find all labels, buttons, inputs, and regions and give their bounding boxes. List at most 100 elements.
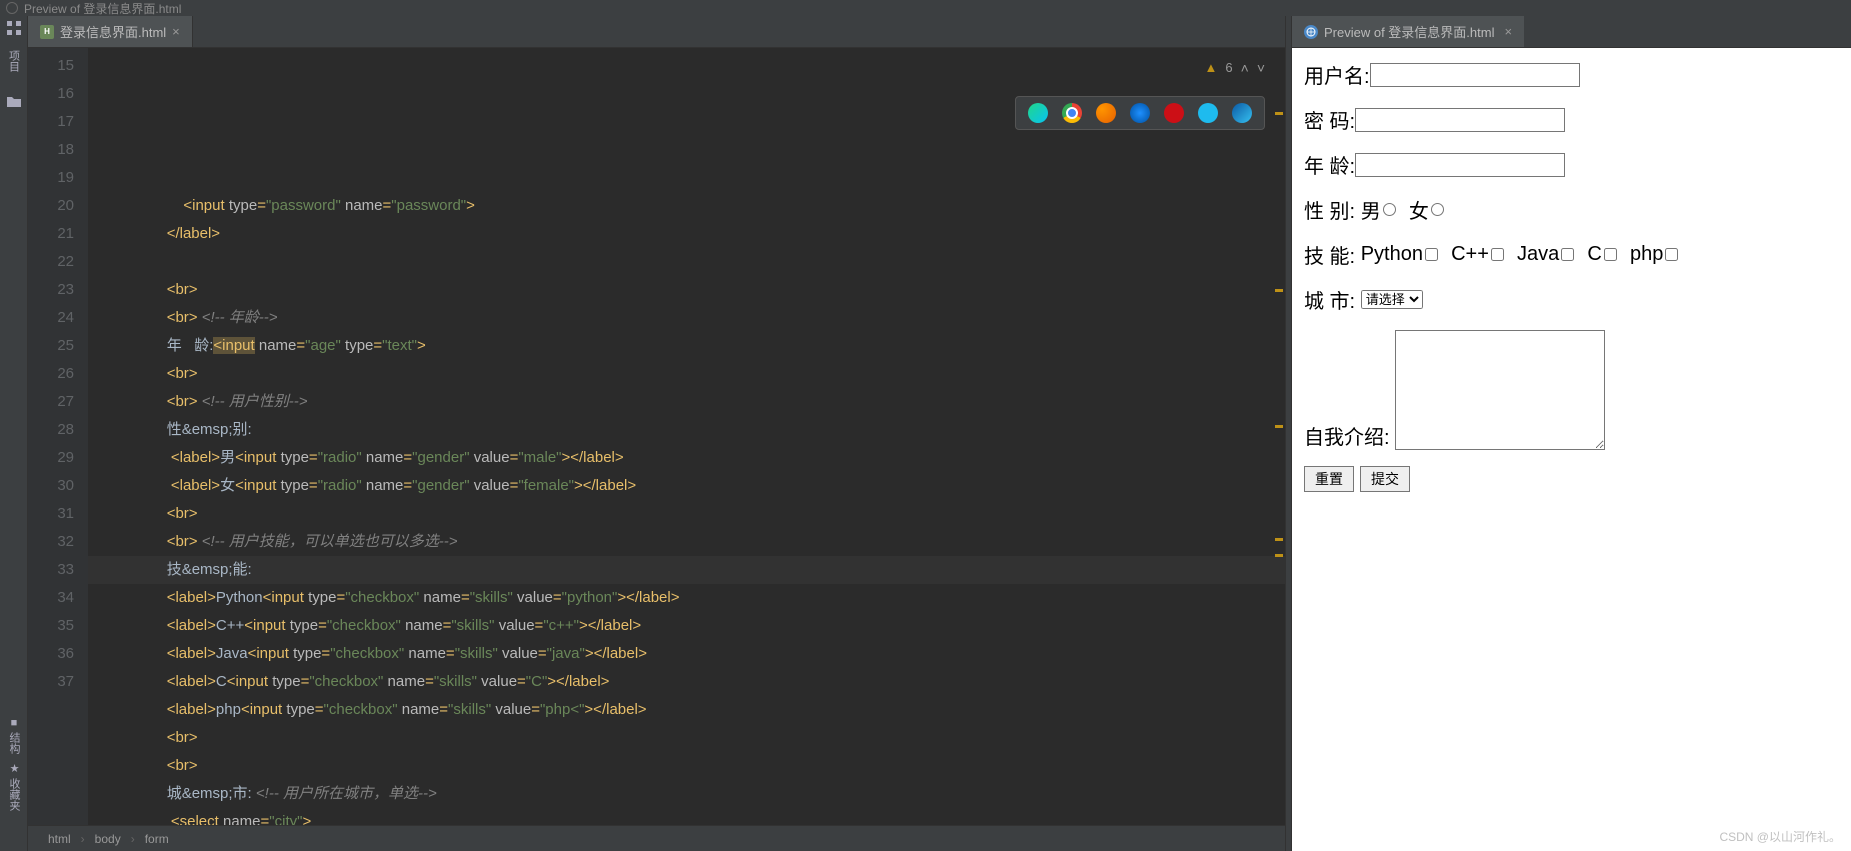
line-number: 16 <box>32 80 74 108</box>
intro-textarea[interactable] <box>1395 330 1605 450</box>
line-number: 31 <box>32 500 74 528</box>
ie-icon[interactable] <box>1198 103 1218 123</box>
code-line[interactable]: <input type="password" name="password"> <box>88 192 1285 220</box>
error-stripe[interactable] <box>1273 48 1285 851</box>
skill-checkbox[interactable] <box>1491 248 1504 261</box>
code-line[interactable]: <br> <box>88 752 1285 780</box>
inspection-widget: ▲ 6 ˄ ˅ <box>1205 54 1265 82</box>
watermark: CSDN @以山河作礼。 <box>1719 828 1841 845</box>
code-line[interactable]: <br> <!-- 用户技能，可以单选也可以多选--> <box>88 528 1285 556</box>
chevron-up-icon[interactable]: ˄ <box>1241 54 1249 82</box>
code-line[interactable]: <label>男<input type="radio" name="gender… <box>88 444 1285 472</box>
label-skills: 技 能: <box>1304 240 1355 269</box>
preview-content[interactable]: 用户名: 密 码: 年 龄: 性 别: 男 女 技 能: Python C++ … <box>1292 48 1851 851</box>
line-number: 17 <box>32 108 74 136</box>
code-line[interactable]: </label> <box>88 220 1285 248</box>
crumb-html[interactable]: html <box>48 832 71 846</box>
gender-male-label: 男 <box>1361 195 1381 224</box>
tool-favorites[interactable]: ★ 收藏夹 <box>6 762 22 811</box>
globe-icon <box>1304 25 1318 39</box>
code-line[interactable]: 性&emsp;别: <box>88 416 1285 444</box>
line-number: 35 <box>32 612 74 640</box>
crumb-body[interactable]: body <box>95 832 121 846</box>
code-line[interactable]: <label>女<input type="radio" name="gender… <box>88 472 1285 500</box>
window-title: Preview of 登录信息界面.html <box>24 0 181 17</box>
code-line[interactable]: <br> <box>88 500 1285 528</box>
project-grid-icon[interactable] <box>6 20 22 36</box>
folder-icon[interactable] <box>6 94 22 110</box>
code-line[interactable]: <br> <!-- 用户性别--> <box>88 388 1285 416</box>
tool-project[interactable]: 项目 <box>6 46 22 76</box>
code-content[interactable]: ▲ 6 ˄ ˅ < <box>88 48 1285 851</box>
code-editor[interactable]: 1516171819202122232425262728293031323334… <box>28 48 1285 851</box>
safari-icon[interactable] <box>1130 103 1150 123</box>
line-number: 15 <box>32 52 74 80</box>
code-line[interactable]: <br> <box>88 360 1285 388</box>
city-select[interactable]: 请选择 <box>1361 290 1423 309</box>
label-age: 年 龄: <box>1304 150 1355 179</box>
chrome-icon[interactable] <box>1062 103 1082 123</box>
skill-label: php <box>1630 243 1663 266</box>
code-line[interactable]: <br> <box>88 724 1285 752</box>
code-line[interactable]: <br> <box>88 276 1285 304</box>
reset-button[interactable]: 重置 <box>1304 466 1354 492</box>
line-number: 25 <box>32 332 74 360</box>
line-number: 27 <box>32 388 74 416</box>
submit-button[interactable]: 提交 <box>1360 466 1410 492</box>
line-number: 36 <box>32 640 74 668</box>
breadcrumb: html › body › form <box>28 825 1285 851</box>
edge-icon[interactable] <box>1232 103 1252 123</box>
close-icon[interactable]: × <box>1504 24 1512 39</box>
tab-filename: 登录信息界面.html <box>60 22 166 41</box>
chevron-down-icon[interactable]: ˅ <box>1257 54 1265 82</box>
line-number: 21 <box>32 220 74 248</box>
line-number: 30 <box>32 472 74 500</box>
line-number: 33 <box>32 556 74 584</box>
age-field[interactable] <box>1355 153 1565 177</box>
firefox-icon[interactable] <box>1096 103 1116 123</box>
code-line[interactable]: <label>C<input type="checkbox" name="ski… <box>88 668 1285 696</box>
username-field[interactable] <box>1370 63 1580 87</box>
code-line[interactable]: <label>php<input type="checkbox" name="s… <box>88 696 1285 724</box>
skill-checkbox[interactable] <box>1665 248 1678 261</box>
pycharm-icon[interactable] <box>1028 103 1048 123</box>
editor-tab-active[interactable]: H 登录信息界面.html × <box>28 16 193 47</box>
gender-female-radio[interactable] <box>1431 203 1444 216</box>
skill-label: C <box>1587 243 1601 266</box>
line-number: 19 <box>32 164 74 192</box>
skill-checkbox[interactable] <box>1425 248 1438 261</box>
window-titlebar: Preview of 登录信息界面.html <box>0 0 1851 16</box>
skill-checkbox[interactable] <box>1604 248 1617 261</box>
tool-structure[interactable]: ■ 结构 <box>6 717 22 754</box>
code-line[interactable] <box>88 248 1285 276</box>
close-icon[interactable]: × <box>172 24 180 39</box>
skill-checkbox[interactable] <box>1561 248 1574 261</box>
code-line[interactable]: 城&emsp;市: <!-- 用户所在城市，单选--> <box>88 780 1285 808</box>
left-tool-strip-lower: ■ 结构 ★ 收藏夹 <box>0 717 28 811</box>
code-line[interactable]: <br> <!-- 年龄--> <box>88 304 1285 332</box>
label-gender: 性 别: <box>1304 195 1355 224</box>
crumb-form[interactable]: form <box>145 832 169 846</box>
code-line[interactable]: 技&emsp;能: <box>88 556 1285 584</box>
code-line[interactable]: 年 龄:<input name="age" type="text"> <box>88 332 1285 360</box>
skill-label: Python <box>1361 243 1423 266</box>
editor-tabs: H 登录信息界面.html × <box>28 16 1285 48</box>
opera-icon[interactable] <box>1164 103 1184 123</box>
warning-icon[interactable]: ▲ <box>1205 54 1218 82</box>
gender-male-radio[interactable] <box>1383 203 1396 216</box>
code-line[interactable]: <label>C++<input type="checkbox" name="s… <box>88 612 1285 640</box>
line-number: 26 <box>32 360 74 388</box>
skill-label: C++ <box>1451 243 1489 266</box>
code-line[interactable]: <label>Python<input type="checkbox" name… <box>88 584 1285 612</box>
titlebar-icon <box>6 2 18 14</box>
chevron-right-icon: › <box>131 832 135 846</box>
code-line[interactable]: <label>Java<input type="checkbox" name="… <box>88 640 1285 668</box>
browser-preview-bar <box>1015 96 1265 130</box>
chevron-right-icon: › <box>81 832 85 846</box>
main-editor-area: H 登录信息界面.html × 151617181920212223242526… <box>28 16 1285 851</box>
line-number: 29 <box>32 444 74 472</box>
password-field[interactable] <box>1355 108 1565 132</box>
preview-tab-active[interactable]: Preview of 登录信息界面.html × <box>1292 16 1524 47</box>
label-password: 密 码: <box>1304 105 1355 134</box>
label-intro: 自我介绍: <box>1304 421 1390 450</box>
